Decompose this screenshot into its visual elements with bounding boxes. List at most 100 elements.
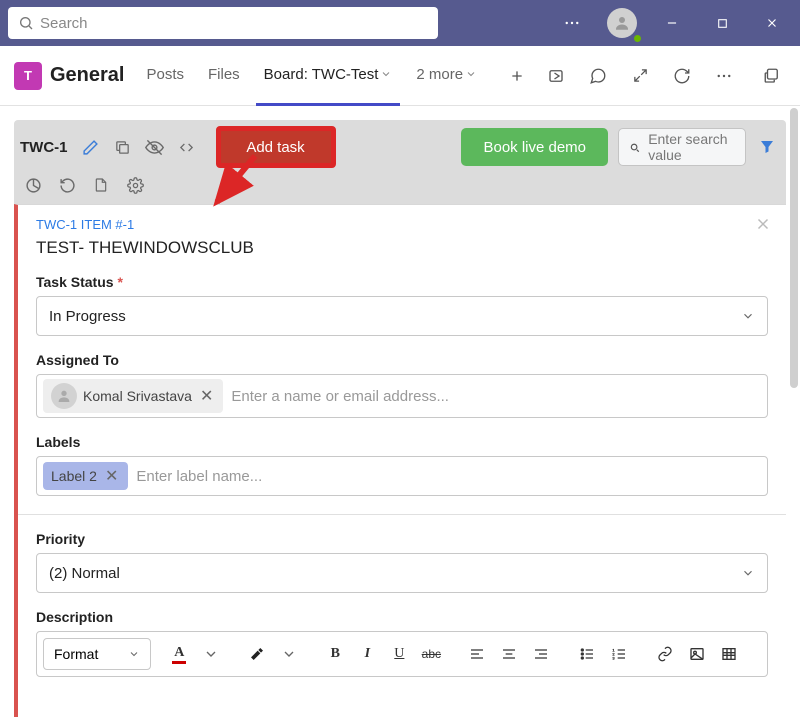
assigned-input[interactable] xyxy=(231,382,761,410)
svg-text:3: 3 xyxy=(613,655,616,660)
chevron-down-icon xyxy=(203,646,219,662)
visibility-button[interactable] xyxy=(144,136,166,158)
priority-label: Priority xyxy=(36,531,768,547)
required-mark: * xyxy=(117,274,122,290)
align-right-icon xyxy=(533,646,549,662)
status-label: Task Status xyxy=(36,274,114,290)
reload-button[interactable] xyxy=(668,62,696,90)
expand-button[interactable] xyxy=(626,62,654,90)
description-field: Description Format A B I U xyxy=(36,609,768,677)
add-task-button[interactable]: Add task xyxy=(221,131,331,163)
assigned-label: Assigned To xyxy=(36,352,768,368)
more-header-button[interactable] xyxy=(710,62,738,90)
popout-icon xyxy=(763,67,781,85)
remove-label-button[interactable]: ✕ xyxy=(103,466,120,486)
channel-header: T General Posts Files Board: TWC-Test 2 … xyxy=(0,46,800,106)
task-id-label[interactable]: TWC-1 ITEM #-1 xyxy=(36,217,768,232)
format-select[interactable]: Format xyxy=(43,638,151,670)
expand-icon xyxy=(632,67,649,84)
font-color-dropdown[interactable] xyxy=(197,640,225,668)
tab-posts[interactable]: Posts xyxy=(138,46,192,106)
status-value: In Progress xyxy=(49,308,126,325)
labels-input-row[interactable]: Label 2 ✕ xyxy=(36,456,768,496)
remove-assignee-button[interactable]: ✕ xyxy=(198,386,215,406)
board-search-placeholder: Enter search value xyxy=(648,131,735,163)
bold-icon: B xyxy=(331,646,340,662)
align-left-button[interactable] xyxy=(463,640,491,668)
search-icon xyxy=(629,140,640,155)
link-button[interactable] xyxy=(651,640,679,668)
tab-more[interactable]: 2 more xyxy=(408,46,485,106)
assignee-chip: Komal Srivastava ✕ xyxy=(43,379,223,413)
avatar-circle xyxy=(607,8,637,38)
align-center-icon xyxy=(501,646,517,662)
search-icon xyxy=(18,15,34,31)
task-title[interactable]: TEST- THEWINDOWSCLUB xyxy=(36,238,768,258)
highlight-dropdown[interactable] xyxy=(275,640,303,668)
font-color-button[interactable]: A xyxy=(165,640,193,668)
add-tab-button[interactable] xyxy=(503,62,531,90)
search-placeholder-text: Search xyxy=(40,15,88,32)
link-button[interactable] xyxy=(176,136,198,158)
number-list-button[interactable]: 123 xyxy=(605,640,633,668)
priority-value: (2) Normal xyxy=(49,565,120,582)
number-list-icon: 123 xyxy=(611,646,627,662)
align-center-button[interactable] xyxy=(495,640,523,668)
minimize-button[interactable] xyxy=(652,3,692,43)
board-search[interactable]: Enter search value xyxy=(618,128,746,166)
highlight-button[interactable] xyxy=(243,640,271,668)
gear-icon xyxy=(127,177,144,194)
labels-input[interactable] xyxy=(136,462,761,490)
tab-files[interactable]: Files xyxy=(200,46,248,106)
table-button[interactable] xyxy=(715,640,743,668)
window-titlebar: Search xyxy=(0,0,800,46)
labels-field: Labels Label 2 ✕ xyxy=(36,434,768,496)
team-avatar[interactable]: T xyxy=(14,62,42,90)
chat-button[interactable] xyxy=(584,62,612,90)
plus-icon xyxy=(509,68,525,84)
book-demo-button[interactable]: Book live demo xyxy=(461,128,608,166)
link-icon xyxy=(657,646,673,662)
chevron-down-icon xyxy=(281,646,297,662)
align-right-button[interactable] xyxy=(527,640,555,668)
filter-button[interactable] xyxy=(756,136,778,158)
chat-icon xyxy=(589,67,607,85)
global-search[interactable]: Search xyxy=(8,7,438,39)
bold-button[interactable]: B xyxy=(321,640,349,668)
assigned-input-row[interactable]: Komal Srivastava ✕ xyxy=(36,374,768,418)
channel-name: General xyxy=(50,64,124,87)
close-card-button[interactable] xyxy=(754,213,772,239)
priority-select[interactable]: (2) Normal xyxy=(36,553,768,593)
share-to-outlook-button[interactable] xyxy=(542,62,570,90)
maximize-icon xyxy=(716,17,729,30)
italic-icon: I xyxy=(365,646,370,662)
italic-button[interactable]: I xyxy=(353,640,381,668)
underline-button[interactable]: U xyxy=(385,640,413,668)
more-title-button[interactable] xyxy=(552,3,592,43)
close-window-button[interactable] xyxy=(752,3,792,43)
export-button[interactable] xyxy=(90,174,112,196)
image-button[interactable] xyxy=(683,640,711,668)
file-icon xyxy=(93,177,109,193)
font-color-icon: A xyxy=(172,645,186,664)
bullet-list-button[interactable] xyxy=(573,640,601,668)
maximize-button[interactable] xyxy=(702,3,742,43)
header-actions xyxy=(542,62,786,90)
user-avatar[interactable] xyxy=(602,3,642,43)
minimize-icon xyxy=(665,16,679,30)
settings-button[interactable] xyxy=(124,174,146,196)
chevron-down-icon xyxy=(741,566,755,580)
edit-project-button[interactable] xyxy=(80,136,102,158)
undock-button[interactable] xyxy=(758,62,786,90)
strike-icon: abc xyxy=(422,647,441,661)
underline-icon: U xyxy=(394,646,404,662)
pie-icon xyxy=(25,177,42,194)
scrollbar-thumb[interactable] xyxy=(790,108,798,388)
status-select[interactable]: In Progress xyxy=(36,296,768,336)
copy-button[interactable] xyxy=(112,136,134,158)
strike-button[interactable]: abc xyxy=(417,640,445,668)
tab-board[interactable]: Board: TWC-Test xyxy=(256,46,401,106)
history-button[interactable] xyxy=(56,174,78,196)
board-toolbar: TWC-1 Add task Book live demo Enter sear… xyxy=(14,120,786,204)
chart-button[interactable] xyxy=(22,174,44,196)
